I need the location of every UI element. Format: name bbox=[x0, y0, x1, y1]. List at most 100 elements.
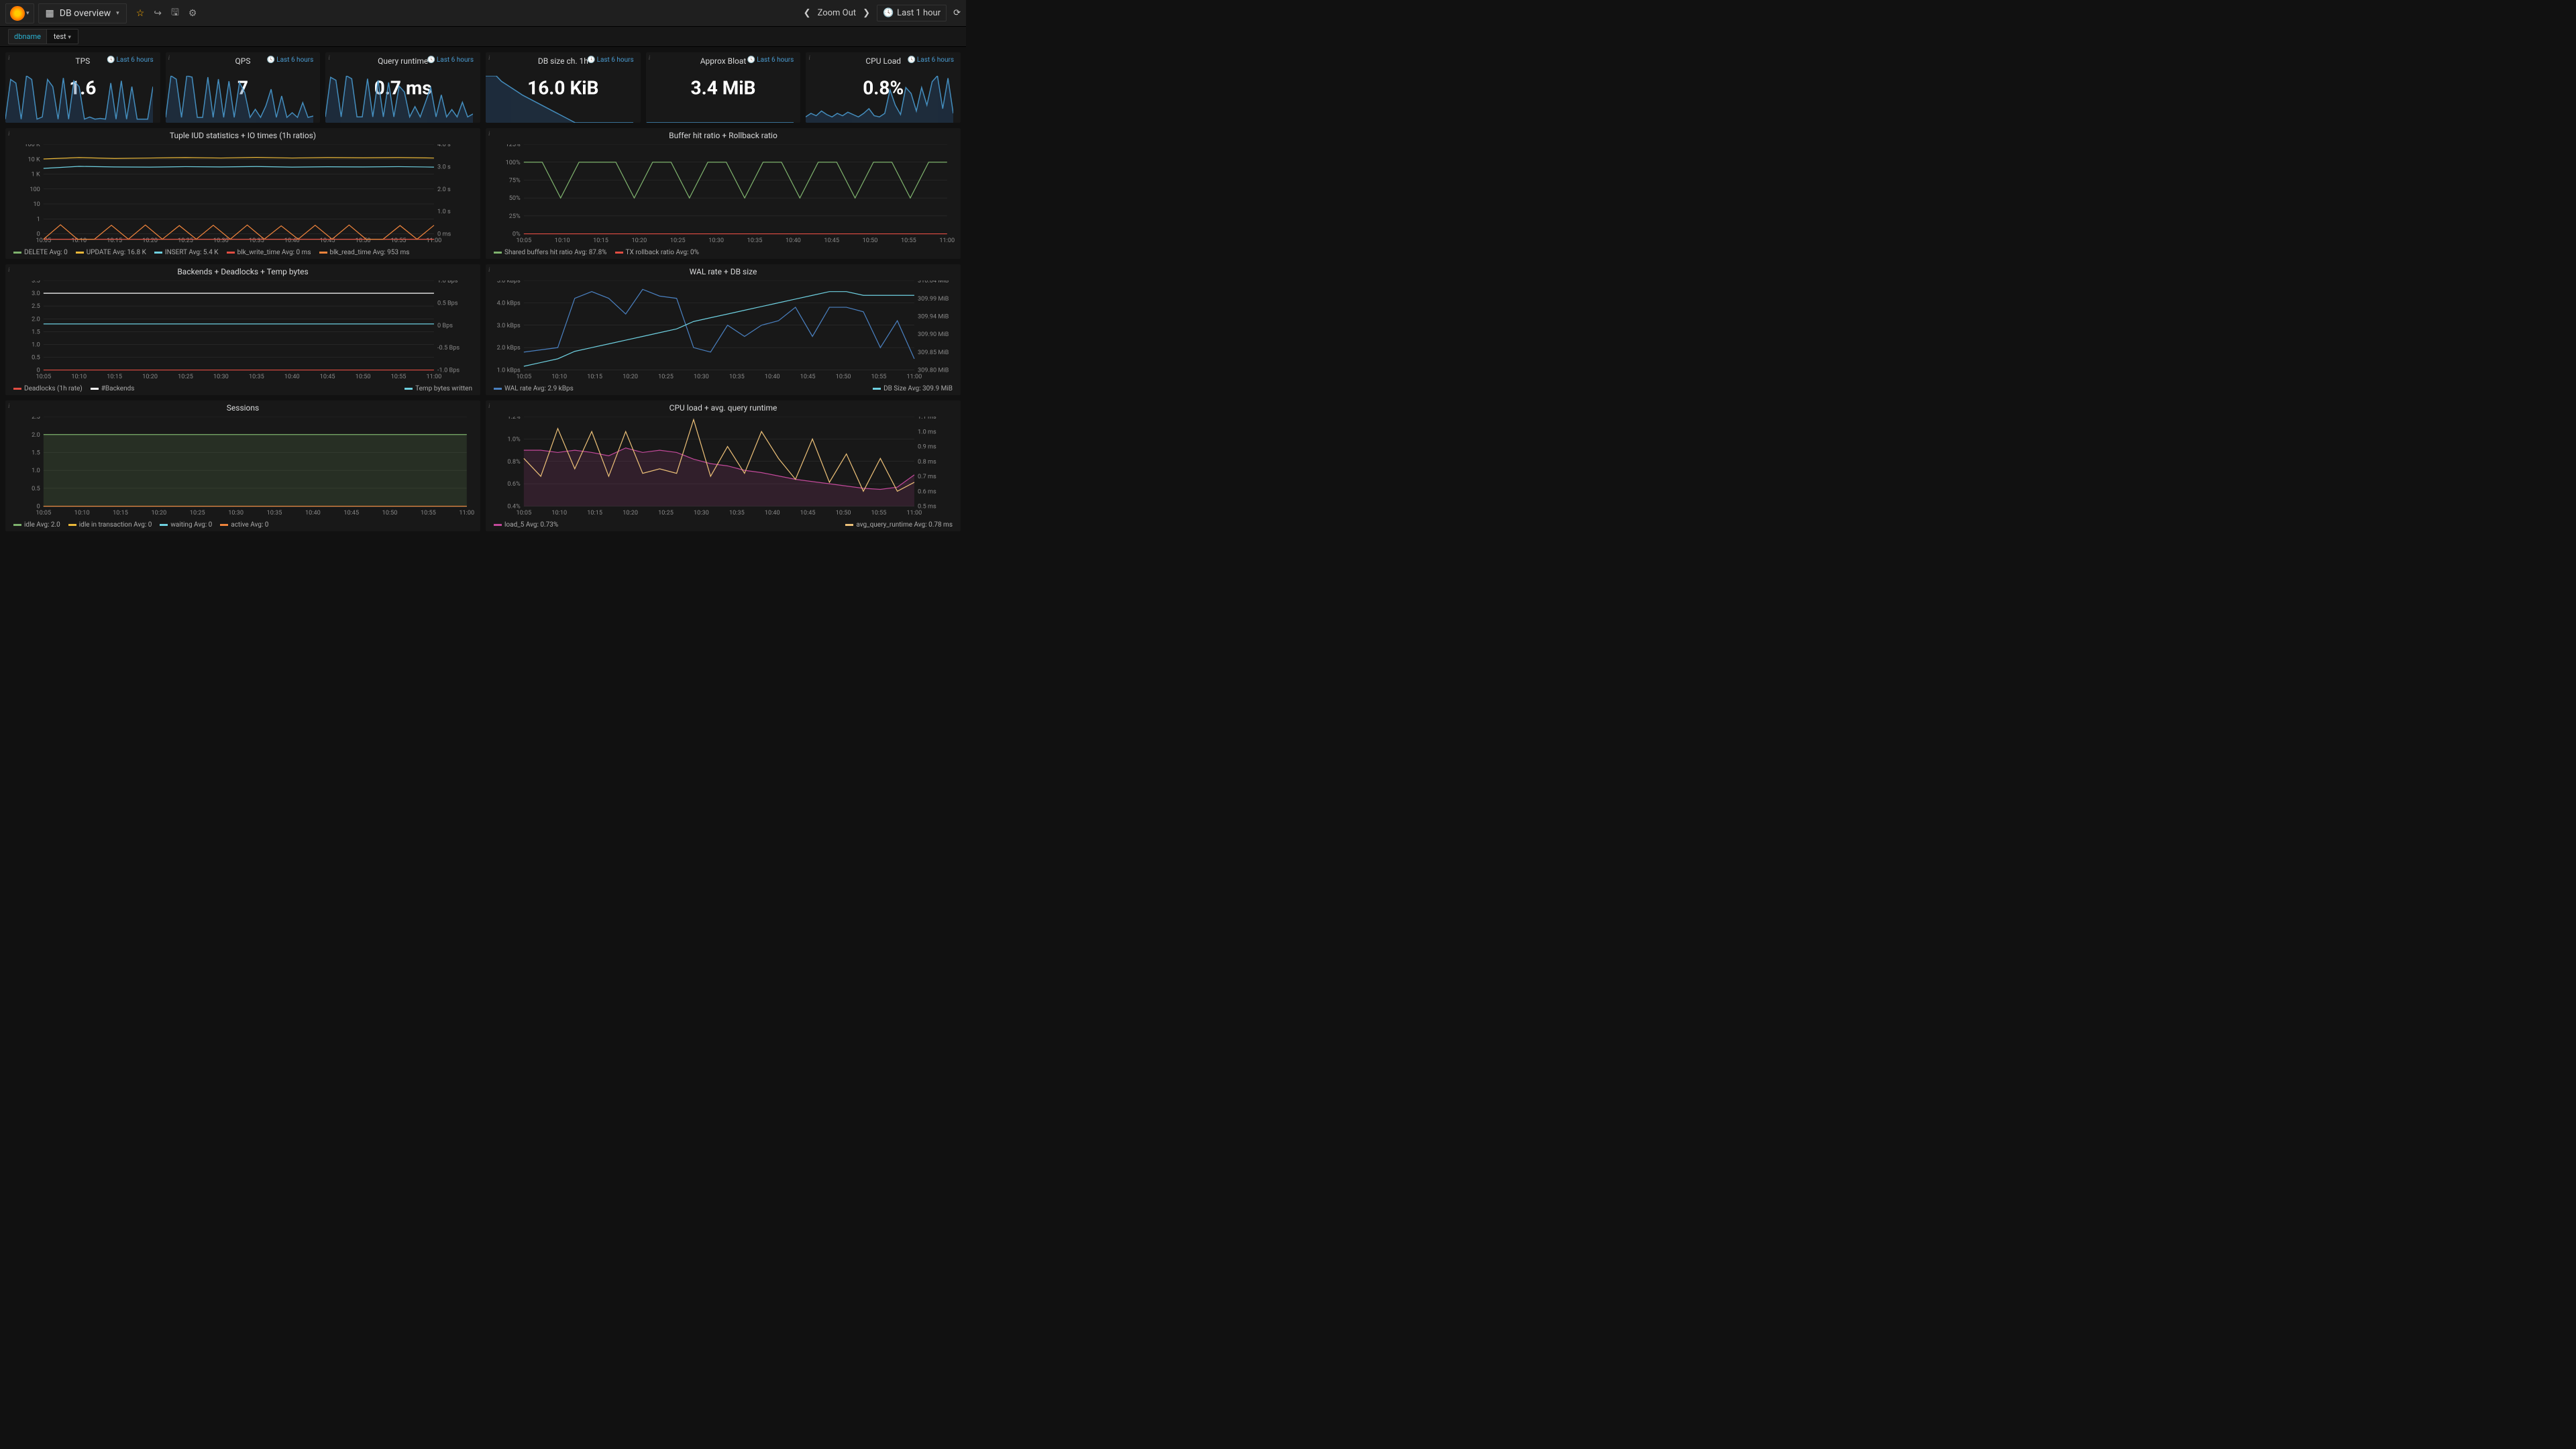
svg-text:10:20: 10:20 bbox=[142, 237, 158, 244]
info-icon[interactable]: i bbox=[8, 54, 10, 61]
gear-icon[interactable]: ⚙ bbox=[189, 8, 197, 19]
legend-item[interactable]: DELETE Avg: 0 bbox=[13, 249, 68, 256]
svg-text:2.5: 2.5 bbox=[32, 417, 40, 421]
svg-text:1.0 s: 1.0 s bbox=[437, 208, 451, 215]
svg-text:10:15: 10:15 bbox=[587, 373, 602, 380]
time-link[interactable]: 🕓Last 6 hours bbox=[427, 56, 474, 64]
chart-panel[interactable]: i Buffer hit ratio + Rollback ratio 0%25… bbox=[486, 128, 961, 259]
chart-panel[interactable]: i Sessions 00.51.01.52.02.510:0510:1010:… bbox=[5, 400, 480, 531]
info-icon[interactable]: i bbox=[488, 402, 490, 409]
svg-text:10:15: 10:15 bbox=[107, 373, 122, 380]
chart-plot[interactable]: 0.4%0.6%0.8%1.0%1.2%0.5 ms0.6 ms0.7 ms0.… bbox=[486, 415, 961, 519]
info-icon[interactable]: i bbox=[488, 266, 490, 273]
svg-text:10:10: 10:10 bbox=[71, 373, 87, 380]
chart-title: Buffer hit ratio + Rollback ratio bbox=[486, 128, 961, 143]
svg-text:10:50: 10:50 bbox=[382, 509, 398, 517]
svg-text:10:45: 10:45 bbox=[320, 373, 335, 380]
time-fwd-icon[interactable]: ❯ bbox=[863, 8, 870, 18]
stat-title: DB size ch. 1h bbox=[538, 56, 588, 66]
stat-panel[interactable]: i TPS 🕓Last 6 hours 1.6 bbox=[5, 52, 160, 123]
svg-text:10:30: 10:30 bbox=[708, 237, 724, 244]
var-dbname-select[interactable]: test ▾ bbox=[47, 29, 78, 44]
legend-item[interactable]: UPDATE Avg: 16.8 K bbox=[76, 249, 146, 256]
clock-icon: 🕓 bbox=[427, 56, 435, 64]
chart-title: Sessions bbox=[5, 400, 480, 415]
svg-text:10:55: 10:55 bbox=[421, 509, 436, 517]
info-icon[interactable]: i bbox=[168, 54, 170, 61]
legend-item[interactable]: Shared buffers hit ratio Avg: 87.8% bbox=[494, 249, 607, 256]
svg-text:10:20: 10:20 bbox=[623, 509, 638, 517]
svg-text:10:10: 10:10 bbox=[551, 509, 567, 517]
svg-text:10:35: 10:35 bbox=[267, 509, 282, 517]
info-icon[interactable]: i bbox=[808, 54, 810, 61]
clock-icon: 🕓 bbox=[747, 56, 755, 64]
legend-item[interactable]: waiting Avg: 0 bbox=[160, 521, 212, 529]
sparkline bbox=[166, 76, 313, 123]
stat-panel[interactable]: i Query runtime 🕓Last 6 hours 0.7 ms bbox=[325, 52, 480, 123]
svg-text:10:15: 10:15 bbox=[113, 509, 128, 517]
chart-plot[interactable]: 00.51.01.52.02.53.03.5-1.0 Bps-0.5 Bps0 … bbox=[5, 279, 480, 382]
legend-item[interactable]: WAL rate Avg: 2.9 kBps bbox=[494, 385, 574, 392]
chart-plot[interactable]: 0%25%50%75%100%125%10:0510:1010:1510:201… bbox=[486, 143, 961, 246]
stat-panel[interactable]: i QPS 🕓Last 6 hours 7 bbox=[166, 52, 321, 123]
time-link[interactable]: 🕓Last 6 hours bbox=[907, 56, 954, 64]
info-icon[interactable]: i bbox=[8, 402, 10, 409]
svg-text:10:25: 10:25 bbox=[178, 373, 193, 380]
svg-text:10:35: 10:35 bbox=[729, 509, 745, 517]
legend-item[interactable]: Temp bytes written bbox=[405, 385, 472, 392]
legend-item[interactable]: INSERT Avg: 5.4 K bbox=[154, 249, 219, 256]
legend-item[interactable]: idle in transaction Avg: 0 bbox=[68, 521, 152, 529]
svg-text:310.04 MiB: 310.04 MiB bbox=[918, 280, 949, 284]
chart-plot[interactable]: 00.51.01.52.02.510:0510:1010:1510:2010:2… bbox=[5, 415, 480, 519]
chart-panel[interactable]: i Tuple IUD statistics + IO times (1h ra… bbox=[5, 128, 480, 259]
stat-panel[interactable]: i Approx Bloat 🕓Last 6 hours 3.4 MiB bbox=[646, 52, 801, 123]
share-icon[interactable]: ↪ bbox=[154, 8, 162, 19]
chart-panel[interactable]: i WAL rate + DB size 1.0 kBps2.0 kBps3.0… bbox=[486, 264, 961, 395]
legend-item[interactable]: avg_query_runtime Avg: 0.78 ms bbox=[845, 521, 953, 529]
svg-text:2.0: 2.0 bbox=[32, 315, 40, 323]
star-icon[interactable]: ☆ bbox=[136, 8, 145, 19]
chart-plot[interactable]: 01101001 K10 K100 K0 ms1.0 s2.0 s3.0 s4.… bbox=[5, 143, 480, 246]
time-range-picker[interactable]: 🕓Last 1 hour bbox=[877, 5, 947, 21]
time-link[interactable]: 🕓Last 6 hours bbox=[747, 56, 794, 64]
svg-text:1.0: 1.0 bbox=[32, 341, 40, 348]
time-link[interactable]: 🕓Last 6 hours bbox=[267, 56, 314, 64]
time-link[interactable]: 🕓Last 6 hours bbox=[587, 56, 634, 64]
svg-text:2.5: 2.5 bbox=[32, 303, 40, 310]
legend-item[interactable]: load_5 Avg: 0.73% bbox=[494, 521, 558, 529]
time-back-icon[interactable]: ❮ bbox=[804, 8, 811, 18]
stat-panel[interactable]: i DB size ch. 1h 🕓Last 6 hours 16.0 KiB bbox=[486, 52, 641, 123]
legend-item[interactable]: TX rollback ratio Avg: 0% bbox=[615, 249, 699, 256]
svg-text:309.80 MiB: 309.80 MiB bbox=[918, 367, 949, 374]
chart-plot[interactable]: 1.0 kBps2.0 kBps3.0 kBps4.0 kBps5.0 kBps… bbox=[486, 279, 961, 382]
chart-panel[interactable]: i CPU load + avg. query runtime 0.4%0.6%… bbox=[486, 400, 961, 531]
chart-legend: DELETE Avg: 0 UPDATE Avg: 16.8 K INSERT Av… bbox=[5, 246, 480, 259]
stat-title: TPS bbox=[75, 56, 90, 66]
svg-text:10:50: 10:50 bbox=[836, 509, 851, 517]
chart-panel[interactable]: i Backends + Deadlocks + Temp bytes 00.5… bbox=[5, 264, 480, 395]
grafana-logo[interactable]: ▾ bbox=[5, 3, 34, 23]
refresh-icon[interactable]: ⟳ bbox=[953, 8, 961, 18]
legend-item[interactable]: blk_write_time Avg: 0 ms bbox=[227, 249, 311, 256]
legend-item[interactable]: blk_read_time Avg: 953 ms bbox=[319, 249, 410, 256]
info-icon[interactable]: i bbox=[328, 54, 330, 61]
info-icon[interactable]: i bbox=[649, 54, 651, 61]
legend-item[interactable]: #Backends bbox=[91, 385, 135, 392]
svg-text:10:50: 10:50 bbox=[836, 373, 851, 380]
dashboard-title-picker[interactable]: ▦DB overview▾ bbox=[38, 3, 127, 23]
info-icon[interactable]: i bbox=[8, 130, 10, 137]
legend-item[interactable]: idle Avg: 2.0 bbox=[13, 521, 60, 529]
var-dbname-label: dbname bbox=[8, 29, 47, 44]
time-link[interactable]: 🕓Last 6 hours bbox=[107, 56, 154, 64]
zoom-out-button[interactable]: Zoom Out bbox=[818, 8, 856, 18]
legend-item[interactable]: active Avg: 0 bbox=[220, 521, 268, 529]
save-icon[interactable]: 🖫 bbox=[171, 5, 179, 21]
legend-item[interactable]: DB Size Avg: 309.9 MiB bbox=[873, 385, 953, 392]
stat-panel[interactable]: i CPU Load 🕓Last 6 hours 0.8% bbox=[806, 52, 961, 123]
info-icon[interactable]: i bbox=[8, 266, 10, 273]
svg-text:1.0: 1.0 bbox=[32, 467, 40, 474]
legend-item[interactable]: Deadlocks (1h rate) bbox=[13, 385, 83, 392]
svg-text:75%: 75% bbox=[509, 176, 521, 184]
info-icon[interactable]: i bbox=[488, 130, 490, 137]
info-icon[interactable]: i bbox=[488, 54, 490, 61]
